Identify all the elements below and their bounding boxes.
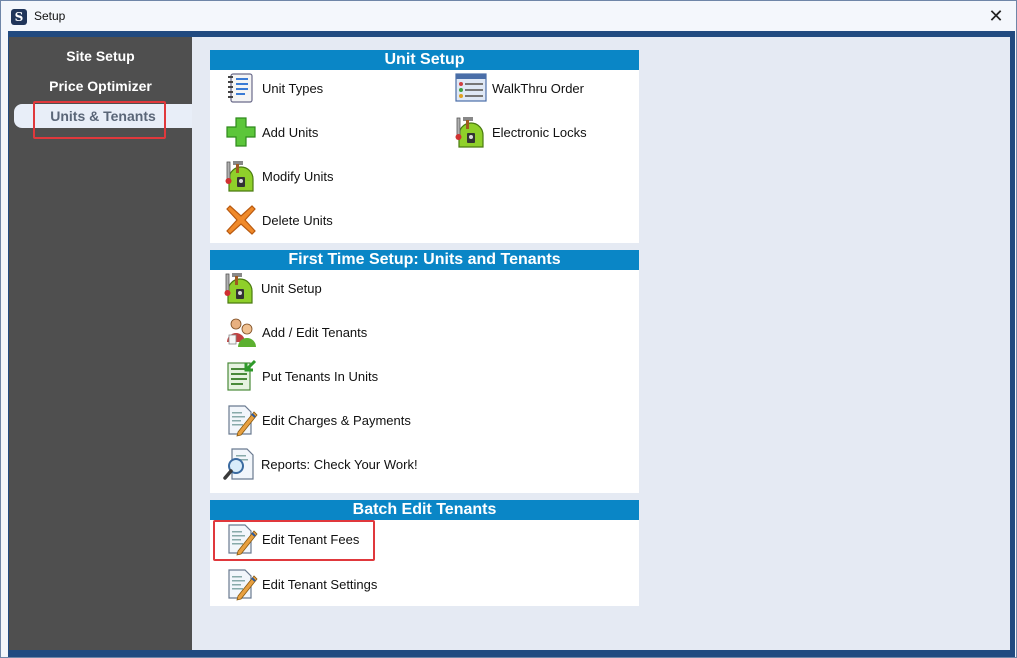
modify-units-label: Modify Units (262, 168, 334, 184)
tools-lock-icon (224, 159, 258, 193)
ft-unit-setup-label: Unit Setup (261, 280, 322, 296)
batch-edit-tenants-header: Batch Edit Tenants (210, 500, 639, 520)
put-tenants-in-units-item[interactable]: Put Tenants In Units (224, 359, 378, 393)
first-time-setup-header: First Time Setup: Units and Tenants (210, 250, 639, 270)
reports-label: Reports: Check Your Work! (261, 456, 418, 472)
electronic-locks-label: Electronic Locks (492, 124, 587, 140)
tools-lock-icon (223, 271, 257, 305)
orange-x-icon (224, 203, 258, 237)
grid-list-icon (454, 71, 488, 105)
edit-charges-payments-item[interactable]: Edit Charges & Payments (224, 403, 411, 437)
sidebar-item-price-optimizer[interactable]: Price Optimizer (9, 74, 192, 98)
tools-lock-icon (454, 115, 488, 149)
put-tenants-in-units-label: Put Tenants In Units (262, 368, 379, 384)
sidebar-item-site-setup[interactable]: Site Setup (9, 44, 192, 68)
delete-units-item[interactable]: Delete Units (224, 203, 333, 237)
magnifier-document-icon (223, 447, 257, 481)
document-pencil-icon (224, 403, 258, 437)
walkthru-order-label: WalkThru Order (492, 80, 584, 96)
unit-types-item[interactable]: Unit Types (224, 71, 323, 105)
add-units-item[interactable]: Add Units (224, 115, 318, 149)
delete-units-label: Delete Units (262, 212, 333, 228)
notebook-icon (224, 71, 258, 105)
people-icon (224, 315, 258, 349)
modify-units-item[interactable]: Modify Units (224, 159, 334, 193)
edit-tenant-fees-highlight-box (213, 520, 375, 561)
reports-item[interactable]: Reports: Check Your Work! (223, 447, 418, 481)
selection-highlight-box (33, 101, 166, 139)
app-logo-icon: S (11, 9, 27, 25)
green-plus-icon (224, 115, 258, 149)
electronic-locks-item[interactable]: Electronic Locks (454, 115, 587, 149)
edit-tenant-settings-label: Edit Tenant Settings (262, 576, 378, 592)
ft-unit-setup-item[interactable]: Unit Setup (223, 271, 322, 305)
add-edit-tenants-label: Add / Edit Tenants (262, 324, 368, 340)
window-title: Setup (34, 9, 66, 23)
close-button[interactable]: ✕ (982, 4, 1010, 28)
edit-tenant-settings-item[interactable]: Edit Tenant Settings (224, 567, 377, 601)
unit-setup-header: Unit Setup (210, 50, 639, 70)
edit-charges-payments-label: Edit Charges & Payments (262, 412, 411, 428)
document-pencil-icon (224, 567, 258, 601)
add-units-label: Add Units (262, 124, 319, 140)
unit-types-label: Unit Types (262, 80, 324, 96)
list-arrow-icon (224, 359, 258, 393)
title-bar: S Setup ✕ (1, 1, 1016, 32)
walkthru-order-item[interactable]: WalkThru Order (454, 71, 584, 105)
add-edit-tenants-item[interactable]: Add / Edit Tenants (224, 315, 367, 349)
